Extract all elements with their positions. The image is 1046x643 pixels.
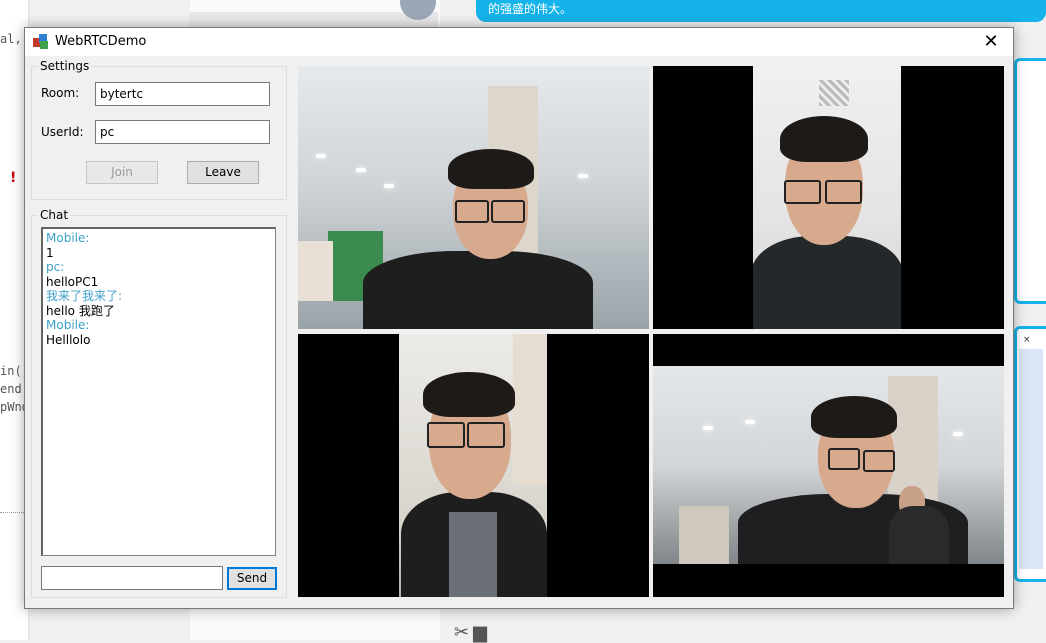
popup-close-icon[interactable]: × xyxy=(1023,335,1031,345)
video-frame xyxy=(399,334,547,597)
leave-button[interactable]: Leave xyxy=(187,161,259,184)
video-frame xyxy=(653,366,1004,564)
video-tile-4[interactable] xyxy=(653,334,1004,597)
window-title: WebRTCDemo xyxy=(55,34,147,49)
video-tile-3[interactable] xyxy=(298,334,649,597)
chat-sender: pc: xyxy=(46,260,65,274)
background-message-bubble: 的强盛的伟大。 xyxy=(476,0,1046,22)
room-input[interactable] xyxy=(95,82,270,106)
video-tile-1[interactable] xyxy=(298,66,649,329)
title-bar[interactable]: WebRTCDemo ✕ xyxy=(25,28,1013,56)
chat-sender: Mobile: xyxy=(46,231,90,245)
chat-legend: Chat xyxy=(40,208,69,222)
chat-sender: Mobile: xyxy=(46,318,90,332)
join-button[interactable]: Join xyxy=(86,161,158,184)
webrtc-app-icon xyxy=(33,34,49,50)
chat-input[interactable] xyxy=(41,566,223,590)
video-tile-2[interactable] xyxy=(653,66,1004,329)
code-line: al, xyxy=(0,32,22,46)
userid-input[interactable] xyxy=(95,120,270,144)
video-frame xyxy=(753,66,901,329)
background-popup: × xyxy=(1014,326,1046,582)
settings-legend: Settings xyxy=(40,59,90,73)
chat-message: hello 我跑了 xyxy=(46,303,115,318)
userid-label: UserId: xyxy=(41,125,84,139)
chat-sender: 我来了我来了: xyxy=(46,289,123,303)
chat-message: 1 xyxy=(46,245,54,260)
background-panel xyxy=(1014,58,1046,304)
webrtc-demo-window: WebRTCDemo ✕ Settings Room: UserId: Join… xyxy=(24,27,1014,609)
chat-message: helloPC1 xyxy=(46,274,99,289)
chat-message: Helllolo xyxy=(46,332,91,347)
video-frame xyxy=(298,66,649,329)
warning-mark: ! xyxy=(10,170,17,186)
bubble-text: 的强盛的伟大。 xyxy=(488,2,573,16)
close-icon[interactable]: ✕ xyxy=(969,28,1013,56)
popup-content xyxy=(1019,349,1043,569)
chat-log[interactable]: Mobile: 1 pc: helloPC1 我来了我来了: hello 我跑了… xyxy=(41,227,276,556)
send-button[interactable]: Send xyxy=(227,567,277,590)
room-label: Room: xyxy=(41,86,80,100)
